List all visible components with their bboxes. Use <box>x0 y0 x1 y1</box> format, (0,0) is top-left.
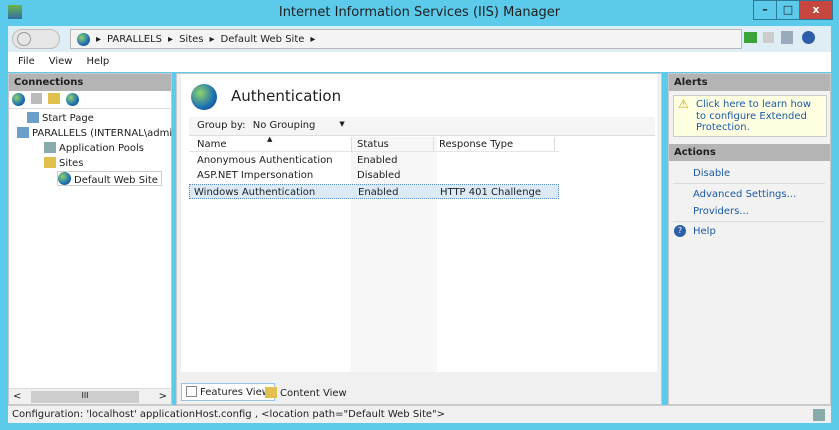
connections-header: Connections <box>9 74 171 91</box>
help-icon: ? <box>674 225 686 237</box>
menu-bar: File View Help <box>8 52 831 72</box>
features-view-label: Features View <box>200 387 270 398</box>
action-providers[interactable]: Providers... <box>693 206 749 217</box>
minimize-button[interactable]: – <box>753 0 777 20</box>
back-forward-buttons[interactable] <box>12 29 60 49</box>
navigation-bar: ▸ PARALLELS ▸ Sites ▸ Default Web Site ▸ <box>8 26 831 52</box>
horizontal-scrollbar[interactable]: < III > <box>9 388 171 404</box>
cell-status: Enabled <box>357 155 398 166</box>
main-panel: Authentication Group by: No Grouping ▼ Na… <box>176 73 662 405</box>
table-row[interactable]: Anonymous Authentication Enabled <box>189 153 559 168</box>
connections-panel: Connections Start Page PARALLELS (INTERN… <box>8 73 172 405</box>
home-icon[interactable] <box>781 31 793 44</box>
divider <box>673 183 825 184</box>
column-header-response-type[interactable]: Response Type <box>433 137 555 152</box>
group-by-bar: Group by: No Grouping ▼ <box>189 117 655 136</box>
disconnect-icon[interactable] <box>66 93 79 106</box>
tree-item-start-page[interactable]: Start Page <box>27 111 94 126</box>
tree-label: Application Pools <box>59 143 144 154</box>
tree-item-application-pools[interactable]: Application Pools <box>44 141 144 156</box>
separator: ▸ <box>310 33 316 45</box>
up-folder-icon[interactable] <box>48 93 60 104</box>
connect-icon[interactable] <box>12 93 25 106</box>
tree-label: Start Page <box>42 113 94 124</box>
features-view-icon <box>186 386 197 397</box>
go-icon[interactable] <box>744 32 757 43</box>
page-title: Authentication <box>231 87 342 105</box>
warning-icon: ⚠ <box>678 97 689 111</box>
breadcrumb-parallels[interactable]: PARALLELS <box>107 34 162 45</box>
column-header-name[interactable]: Name <box>197 137 227 152</box>
tree-item-default-web-site[interactable]: Default Web Site <box>57 171 162 186</box>
menu-view[interactable]: View <box>49 56 73 68</box>
scroll-thumb[interactable]: III <box>31 391 139 403</box>
table-row-selected[interactable]: Windows Authentication Enabled HTTP 401 Ch… <box>189 184 559 199</box>
separator: ▸ <box>96 33 102 45</box>
tree-label: PARALLELS (INTERNAL\admi <box>32 128 173 139</box>
title-bar: Internet Information Services (IIS) Mana… <box>0 0 839 26</box>
extended-protection-link[interactable]: Click here to learn how to configure Ext… <box>696 99 811 133</box>
column-header-status[interactable]: Status <box>351 137 389 152</box>
sort-ascending-icon: ▲ <box>267 135 273 143</box>
separator: ▸ <box>168 33 174 45</box>
close-button[interactable]: x <box>799 0 833 20</box>
alert-box[interactable]: ⚠ Click here to learn how to configure E… <box>673 95 827 137</box>
server-icon <box>17 127 29 138</box>
globe-icon <box>77 32 90 46</box>
globe-icon <box>58 172 71 185</box>
help-dropdown-icon[interactable] <box>802 31 815 44</box>
menu-file[interactable]: File <box>18 56 35 68</box>
authentication-icon <box>191 84 217 110</box>
alerts-header: Alerts <box>669 74 830 91</box>
content-view-tab[interactable]: Content View <box>265 385 347 401</box>
server-status-icon <box>813 409 825 421</box>
content-view-icon <box>265 387 277 398</box>
breadcrumb-sites[interactable]: Sites <box>179 34 203 45</box>
sites-folder-icon <box>44 157 56 168</box>
cell-name: Windows Authentication <box>194 187 316 198</box>
stop-icon[interactable] <box>763 32 774 43</box>
window-title: Internet Information Services (IIS) Mana… <box>278 5 561 20</box>
back-icon[interactable] <box>17 32 31 46</box>
status-bar: Configuration: 'localhost' applicationHo… <box>8 405 831 423</box>
separator: ▸ <box>209 33 215 45</box>
group-by-select[interactable]: No Grouping ▼ <box>253 120 345 131</box>
table-row[interactable]: ASP.NET Impersonation Disabled <box>189 168 559 183</box>
cell-name: ASP.NET Impersonation <box>197 170 314 181</box>
divider <box>673 221 825 222</box>
tree-item-sites[interactable]: Sites <box>44 156 83 171</box>
group-by-value: No Grouping <box>252 120 316 131</box>
maximize-button[interactable]: □ <box>776 0 800 20</box>
grid-header: Name ▲ Status Response Type <box>189 135 559 152</box>
content-view-label: Content View <box>280 388 347 399</box>
dropdown-arrow-icon: ▼ <box>339 120 345 128</box>
scroll-left-icon[interactable]: < <box>13 391 21 402</box>
breadcrumb-default-web-site[interactable]: Default Web Site <box>221 34 305 45</box>
connections-toolbar <box>9 91 171 109</box>
cell-status: Disabled <box>357 170 401 181</box>
app-pools-icon <box>44 142 56 153</box>
address-bar[interactable]: ▸ PARALLELS ▸ Sites ▸ Default Web Site ▸ <box>70 29 742 49</box>
action-disable[interactable]: Disable <box>693 168 730 179</box>
tree-label: Sites <box>59 158 84 169</box>
actions-header: Actions <box>669 144 830 161</box>
start-page-icon <box>27 112 39 123</box>
action-help[interactable]: Help <box>693 226 716 237</box>
cell-name: Anonymous Authentication <box>197 155 333 166</box>
group-by-label: Group by: <box>197 120 246 131</box>
scroll-right-icon[interactable]: > <box>159 391 167 402</box>
tree-label: Default Web Site <box>74 175 158 186</box>
menu-help[interactable]: Help <box>86 56 109 68</box>
tree-item-server[interactable]: PARALLELS (INTERNAL\admi <box>17 126 172 141</box>
features-view-tab[interactable]: Features View <box>181 383 275 401</box>
status-text: Configuration: 'localhost' applicationHo… <box>12 409 445 420</box>
save-icon[interactable] <box>31 93 42 104</box>
action-advanced-settings[interactable]: Advanced Settings... <box>693 189 796 200</box>
cell-type: HTTP 401 Challenge <box>440 187 542 198</box>
cell-status: Enabled <box>358 187 399 198</box>
actions-pane: Alerts ⚠ Click here to learn how to conf… <box>668 73 831 405</box>
feature-page: Authentication Group by: No Grouping ▼ Na… <box>181 74 657 372</box>
